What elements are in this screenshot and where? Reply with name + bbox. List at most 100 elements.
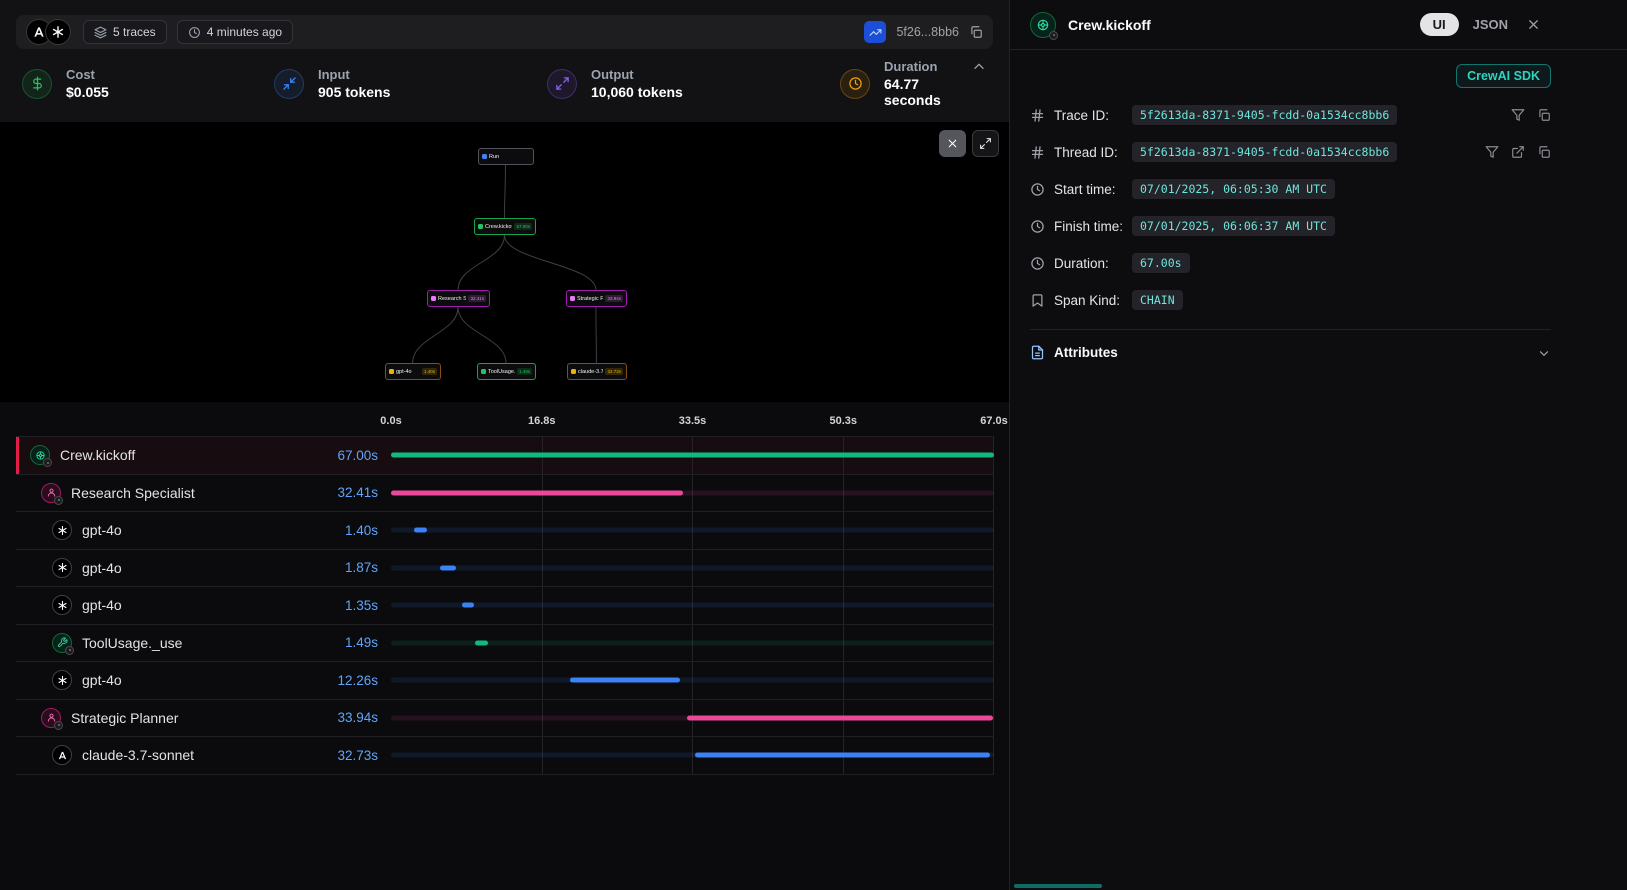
span-bar[interactable] bbox=[687, 715, 992, 720]
panel-close-button[interactable] bbox=[1526, 17, 1541, 32]
timeline-row[interactable]: ToolUsage._use 1.49s bbox=[16, 625, 994, 663]
timeline: 0.0s16.8s33.5s50.3s67.0s Crew.kickoff 67… bbox=[0, 402, 1009, 775]
node-type-dot bbox=[478, 224, 483, 229]
timeline-row[interactable]: gpt-4o 12.26s bbox=[16, 662, 994, 700]
node-type-dot bbox=[481, 369, 486, 374]
row-label-cell: ToolUsage._use 1.49s bbox=[16, 625, 391, 662]
timeline-row[interactable]: gpt-4o 1.40s bbox=[16, 512, 994, 550]
field-row: Thread ID: 5f2613da-8371-9405-fcdd-0a153… bbox=[1030, 141, 1551, 163]
attributes-chevron[interactable] bbox=[1537, 346, 1551, 360]
copy-icon[interactable] bbox=[1537, 145, 1551, 159]
span-bar[interactable] bbox=[475, 640, 488, 645]
field-label: Thread ID: bbox=[1054, 145, 1130, 160]
axis-tick-label: 67.0s bbox=[980, 415, 1008, 427]
traces-count-badge[interactable]: 5 traces bbox=[83, 20, 167, 44]
graph-node[interactable]: Run bbox=[478, 148, 534, 165]
metric-label: Cost bbox=[66, 67, 109, 82]
field-label: Finish time: bbox=[1054, 219, 1130, 234]
row-avatar bbox=[52, 520, 72, 540]
collapse-metrics-button[interactable] bbox=[971, 59, 987, 75]
span-bar[interactable] bbox=[570, 678, 680, 683]
span-duration: 12.26s bbox=[337, 673, 391, 688]
row-label-cell: gpt-4o 1.87s bbox=[16, 550, 391, 587]
attributes-label: Attributes bbox=[1054, 345, 1118, 360]
row-plot bbox=[391, 700, 994, 737]
node-duration-chip: 1.40s bbox=[422, 368, 437, 375]
attributes-section-toggle[interactable]: Attributes bbox=[1030, 329, 1551, 375]
graph-close-button[interactable] bbox=[939, 130, 966, 157]
sdk-badge[interactable]: CrewAI SDK bbox=[1456, 64, 1551, 88]
axis-tick-label: 50.3s bbox=[829, 415, 857, 427]
span-track bbox=[391, 678, 994, 683]
timeline-row[interactable]: Research Specialist 32.41s bbox=[16, 475, 994, 513]
row-avatar bbox=[52, 633, 72, 653]
span-duration: 1.49s bbox=[345, 635, 391, 650]
field-actions bbox=[1511, 108, 1551, 122]
instrumentation-badge bbox=[43, 458, 52, 467]
external-link-icon[interactable] bbox=[1511, 145, 1525, 159]
openai-logo-icon bbox=[45, 19, 71, 45]
field-value[interactable]: 07/01/2025, 06:06:37 AM UTC bbox=[1132, 216, 1335, 236]
graph-node[interactable]: gpt-4o 1.40s bbox=[385, 363, 441, 380]
dollar-icon bbox=[22, 69, 52, 99]
timeline-row[interactable]: gpt-4o 1.35s bbox=[16, 587, 994, 625]
activity-button[interactable] bbox=[864, 21, 886, 43]
graph-node[interactable]: ToolUsage._use 1.49s bbox=[477, 363, 536, 380]
trace-id-short: 5f26...8bb6 bbox=[896, 25, 959, 39]
axis-tick-label: 0.0s bbox=[380, 415, 401, 427]
metric-value: 905 tokens bbox=[318, 84, 390, 100]
scrollbar-thumb[interactable] bbox=[1014, 884, 1102, 888]
trace-age-badge[interactable]: 4 minutes ago bbox=[177, 20, 293, 44]
span-name: gpt-4o bbox=[82, 597, 122, 613]
copy-trace-id-button[interactable] bbox=[969, 25, 983, 39]
node-label: claude-3.7-sonnet bbox=[578, 369, 603, 375]
arrows-in-icon bbox=[274, 69, 304, 99]
field-value[interactable]: 07/01/2025, 06:05:30 AM UTC bbox=[1132, 179, 1335, 199]
filter-icon[interactable] bbox=[1485, 145, 1499, 159]
span-bar[interactable] bbox=[391, 490, 683, 495]
span-duration: 32.41s bbox=[337, 485, 391, 500]
graph-node[interactable]: Crew.kickoff 67.00s bbox=[474, 218, 536, 235]
node-type-dot bbox=[482, 154, 487, 159]
trace-graph[interactable]: Run Crew.kickoff 67.00s Research Special… bbox=[0, 122, 1009, 402]
field-value[interactable]: 5f2613da-8371-9405-fcdd-0a1534cc8bb6 bbox=[1132, 142, 1397, 162]
field-value[interactable]: 67.00s bbox=[1132, 253, 1190, 273]
span-bar[interactable] bbox=[391, 453, 994, 458]
filter-icon[interactable] bbox=[1511, 108, 1525, 122]
field-actions bbox=[1485, 145, 1551, 159]
span-name: Strategic Planner bbox=[71, 710, 178, 726]
timeline-row[interactable]: Strategic Planner 33.94s bbox=[16, 700, 994, 738]
graph-node[interactable]: Strategic Planner 33.94s bbox=[566, 290, 627, 307]
row-label-cell: Strategic Planner 33.94s bbox=[16, 700, 391, 737]
field-row: Start time: 07/01/2025, 06:05:30 AM UTC bbox=[1030, 178, 1551, 200]
span-bar[interactable] bbox=[462, 603, 474, 608]
graph-expand-button[interactable] bbox=[972, 130, 999, 157]
row-avatar bbox=[52, 745, 72, 765]
clock-icon bbox=[188, 26, 201, 39]
node-label: gpt-4o bbox=[396, 369, 420, 375]
field-label: Start time: bbox=[1054, 182, 1130, 197]
traces-count-label: 5 traces bbox=[113, 25, 156, 39]
field-row: Trace ID: 5f2613da-8371-9405-fcdd-0a1534… bbox=[1030, 104, 1551, 126]
node-duration-chip: 33.94s bbox=[605, 295, 623, 302]
graph-node[interactable]: Research Specialist 32.41s bbox=[427, 290, 490, 307]
graph-node[interactable]: claude-3.7-sonnet 32.73s bbox=[567, 363, 627, 380]
field-value[interactable]: CHAIN bbox=[1132, 290, 1183, 310]
node-label: Crew.kickoff bbox=[485, 224, 512, 230]
arrows-out-icon bbox=[547, 69, 577, 99]
span-bar[interactable] bbox=[414, 528, 427, 533]
row-avatar bbox=[41, 708, 61, 728]
copy-icon[interactable] bbox=[1537, 108, 1551, 122]
timeline-row[interactable]: gpt-4o 1.87s bbox=[16, 550, 994, 588]
field-label: Span Kind: bbox=[1054, 293, 1130, 308]
field-value[interactable]: 5f2613da-8371-9405-fcdd-0a1534cc8bb6 bbox=[1132, 105, 1397, 125]
span-bar[interactable] bbox=[440, 565, 457, 570]
tab-ui[interactable]: UI bbox=[1420, 13, 1459, 36]
timeline-row[interactable]: claude-3.7-sonnet 32.73s bbox=[16, 737, 994, 775]
span-duration: 1.87s bbox=[345, 560, 391, 575]
span-bar[interactable] bbox=[695, 753, 990, 758]
crew-icon bbox=[1036, 18, 1050, 32]
tab-json[interactable]: JSON bbox=[1473, 17, 1508, 32]
field-label: Trace ID: bbox=[1054, 108, 1130, 123]
timeline-row[interactable]: Crew.kickoff 67.00s bbox=[16, 437, 994, 475]
